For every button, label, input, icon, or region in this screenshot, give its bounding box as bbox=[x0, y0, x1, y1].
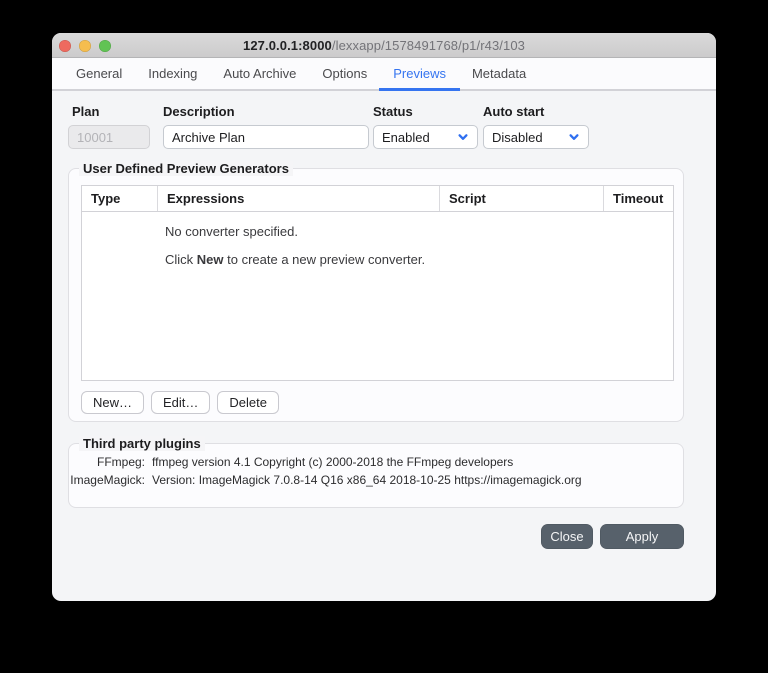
empty-state-message: No converter specified. Click New to cre… bbox=[82, 212, 673, 267]
delete-button[interactable]: Delete bbox=[217, 391, 279, 414]
plugin-info: ffmpeg version 4.1 Copyright (c) 2000-20… bbox=[152, 455, 513, 470]
empty-line-2-suffix: to create a new preview converter. bbox=[224, 252, 426, 267]
zoom-window-icon[interactable] bbox=[99, 40, 111, 52]
tab-metadata[interactable]: Metadata bbox=[472, 58, 526, 89]
generators-table: Type Expressions Script Timeout No conve… bbox=[81, 185, 674, 381]
status-select[interactable]: Enabled bbox=[373, 125, 478, 149]
tab-label: Auto Archive bbox=[223, 66, 296, 81]
third-party-plugins-legend: Third party plugins bbox=[79, 436, 205, 451]
preview-generators-group: User Defined Preview Generators Type Exp… bbox=[68, 168, 684, 422]
minimize-window-icon[interactable] bbox=[79, 40, 91, 52]
description-value: Archive Plan bbox=[172, 130, 245, 145]
tab-indexing[interactable]: Indexing bbox=[148, 58, 197, 89]
window-title-host: 127.0.0.1:8000 bbox=[243, 38, 332, 53]
plugin-info: Version: ImageMagick 7.0.8-14 Q16 x86_64… bbox=[152, 473, 582, 488]
plugin-name: FFmpeg: bbox=[69, 455, 145, 470]
chevron-down-icon bbox=[457, 131, 469, 143]
auto-start-label: Auto start bbox=[483, 104, 544, 119]
tab-label: General bbox=[76, 66, 122, 81]
generators-table-header: Type Expressions Script Timeout bbox=[82, 186, 673, 212]
apply-button[interactable]: Apply bbox=[600, 524, 684, 549]
tab-label: Metadata bbox=[472, 66, 526, 81]
new-button[interactable]: New… bbox=[81, 391, 144, 414]
tab-options[interactable]: Options bbox=[322, 58, 367, 89]
plan-value: 10001 bbox=[77, 130, 113, 145]
chevron-down-icon bbox=[568, 131, 580, 143]
close-button[interactable]: Close bbox=[541, 524, 593, 549]
window-title-path: /lexxapp/1578491768/p1/r43/103 bbox=[332, 38, 525, 53]
description-input[interactable]: Archive Plan bbox=[163, 125, 369, 149]
close-window-icon[interactable] bbox=[59, 40, 71, 52]
column-header-timeout[interactable]: Timeout bbox=[604, 186, 673, 211]
auto-start-value: Disabled bbox=[492, 130, 543, 145]
description-label: Description bbox=[163, 104, 235, 119]
plugin-row-ffmpeg: FFmpeg: ffmpeg version 4.1 Copyright (c)… bbox=[69, 455, 683, 470]
status-label: Status bbox=[373, 104, 413, 119]
generator-actions: New… Edit… Delete bbox=[81, 391, 279, 414]
third-party-plugins-group: Third party plugins FFmpeg: ffmpeg versi… bbox=[68, 443, 684, 508]
edit-button[interactable]: Edit… bbox=[151, 391, 210, 414]
plan-input: 10001 bbox=[68, 125, 150, 149]
empty-line-2: Click New to create a new preview conver… bbox=[165, 252, 673, 267]
tab-auto-archive[interactable]: Auto Archive bbox=[223, 58, 296, 89]
empty-line-1: No converter specified. bbox=[165, 224, 673, 239]
tab-bar: General Indexing Auto Archive Options Pr… bbox=[52, 58, 716, 91]
column-header-expressions[interactable]: Expressions bbox=[158, 186, 440, 211]
app-window: 127.0.0.1:8000/lexxapp/1578491768/p1/r43… bbox=[52, 33, 716, 601]
title-bar[interactable]: 127.0.0.1:8000/lexxapp/1578491768/p1/r43… bbox=[52, 33, 716, 58]
preview-generators-legend: User Defined Preview Generators bbox=[79, 161, 293, 176]
desktop-background: 127.0.0.1:8000/lexxapp/1578491768/p1/r43… bbox=[0, 0, 768, 673]
traffic-lights bbox=[52, 33, 122, 58]
tab-label: Options bbox=[322, 66, 367, 81]
auto-start-select[interactable]: Disabled bbox=[483, 125, 589, 149]
tab-label: Indexing bbox=[148, 66, 197, 81]
empty-line-2-bold: New bbox=[197, 252, 224, 267]
status-value: Enabled bbox=[382, 130, 430, 145]
generators-table-body[interactable]: No converter specified. Click New to cre… bbox=[82, 212, 673, 381]
empty-line-2-prefix: Click bbox=[165, 252, 197, 267]
tab-general[interactable]: General bbox=[76, 58, 122, 89]
tab-active-underline bbox=[379, 88, 460, 91]
plugin-name: ImageMagick: bbox=[69, 473, 145, 488]
column-header-type[interactable]: Type bbox=[82, 186, 158, 211]
window-title: 127.0.0.1:8000/lexxapp/1578491768/p1/r43… bbox=[243, 38, 525, 53]
tab-previews[interactable]: Previews bbox=[393, 58, 446, 89]
plugin-row-imagemagick: ImageMagick: Version: ImageMagick 7.0.8-… bbox=[69, 473, 683, 488]
plan-label: Plan bbox=[72, 104, 99, 119]
tab-label: Previews bbox=[393, 66, 446, 81]
column-header-script[interactable]: Script bbox=[440, 186, 604, 211]
